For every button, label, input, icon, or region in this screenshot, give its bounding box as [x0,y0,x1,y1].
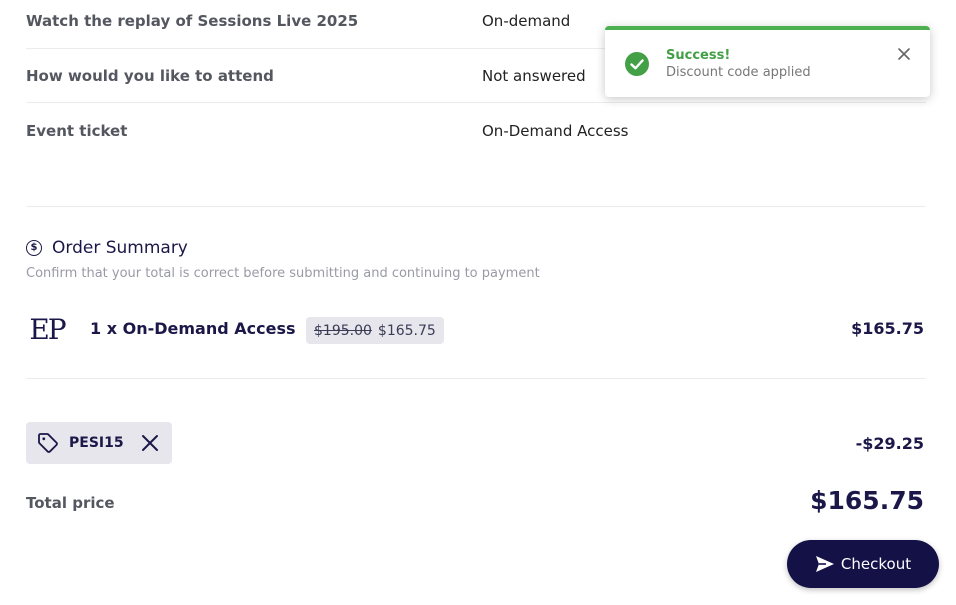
event-logo: EP [29,312,66,346]
question-answer: On-demand [482,12,571,30]
order-summary-title: Order Summary [52,238,188,258]
question-row: Event ticket On-Demand Access [26,122,926,176]
original-price: $195.00 [314,322,372,339]
success-toast: Success! Discount code applied [605,26,930,97]
dollar-circle-icon: $ [26,240,42,256]
checkout-button[interactable]: Checkout [787,540,939,588]
question-label: Watch the replay of Sessions Live 2025 [26,12,359,30]
order-summary-subtitle: Confirm that your total is correct befor… [26,266,540,281]
line-item-total: $165.75 [851,319,924,338]
price-chip: $195.00 $165.75 [306,317,444,344]
question-label: Event ticket [26,122,128,140]
applied-coupon: PESI15 [26,422,172,464]
discount-amount: -$29.25 [855,434,924,453]
checkout-label: Checkout [840,555,912,573]
total-price-label: Total price [26,494,115,512]
divider [26,378,926,379]
toast-title: Success! [666,48,731,63]
line-item-name: 1 x On-Demand Access [90,319,296,338]
question-answer: Not answered [482,67,586,85]
total-price-value: $165.75 [810,486,924,515]
divider [26,102,926,103]
divider [26,206,926,207]
tag-icon [38,433,58,453]
question-label: How would you like to attend [26,67,274,85]
discounted-price: $165.75 [377,322,436,339]
check-circle-icon [625,52,649,76]
send-icon [815,556,834,572]
close-icon[interactable] [140,433,160,453]
coupon-code: PESI15 [69,435,124,451]
question-answer: On-Demand Access [482,122,629,140]
toast-message: Discount code applied [666,65,811,80]
close-icon[interactable] [897,47,911,61]
